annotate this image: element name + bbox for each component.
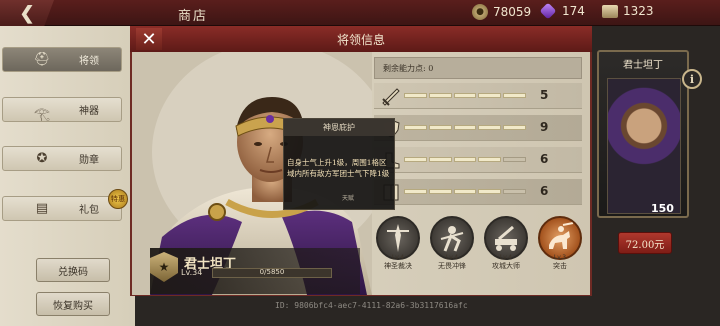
user-id-text: ID: 9806bfc4-aec7-4111-82a6-3b3117616afc bbox=[275, 301, 468, 310]
restore-purchase-button[interactable]: 恢复购买 bbox=[36, 292, 110, 316]
attribute-row-intelligence[interactable]: 6 bbox=[374, 179, 582, 205]
attribute-segment bbox=[478, 189, 502, 194]
attribute-segment bbox=[453, 125, 477, 130]
sword-icon bbox=[382, 88, 400, 106]
attribute-segment bbox=[404, 189, 427, 194]
attribute-segment bbox=[453, 157, 477, 162]
attribute-segment bbox=[453, 93, 477, 98]
back-arrow-icon: ❮ bbox=[19, 2, 35, 24]
sidebar-item-label: 勋章 bbox=[79, 155, 99, 166]
sale-badge: 特惠 bbox=[108, 189, 128, 209]
attribute-value: 6 bbox=[540, 184, 549, 198]
skill-level: Lv.4 bbox=[499, 254, 513, 261]
skill-tooltip: 神恩庇护 自身士气上升1级，周围1格区域内所有敌方军团士气下降1级 天赋 bbox=[283, 118, 395, 210]
eagle-icon: ✪ bbox=[36, 151, 48, 166]
attribute-segment bbox=[428, 93, 452, 98]
tooltip-title: 神恩庇护 bbox=[284, 119, 394, 136]
skill-assault[interactable]: Lv.3 突击 bbox=[536, 216, 584, 271]
tooltip-description: 自身士气上升1级，周围1格区域内所有敌方军团士气下降1级 bbox=[287, 158, 390, 178]
exp-bar: 0/5850 bbox=[212, 268, 332, 278]
info-icon[interactable]: i bbox=[682, 69, 702, 89]
general-shop-card[interactable]: 君士坦丁 150 bbox=[597, 50, 689, 218]
attribute-segment bbox=[404, 125, 427, 130]
gem-value: 174 bbox=[562, 4, 585, 18]
attribute-segment bbox=[453, 189, 477, 194]
eye-of-horus-icon: 𓂀 bbox=[33, 107, 51, 122]
helmet-icon: ⛑ bbox=[33, 52, 51, 67]
skill-name: 突击 bbox=[553, 262, 567, 270]
sidebar-item-medals[interactable]: ✪ 勋章 bbox=[2, 146, 122, 171]
attribute-value: 5 bbox=[540, 88, 549, 102]
shop-card-portrait bbox=[607, 78, 681, 214]
gift-icon: ▤ bbox=[35, 201, 49, 216]
redeem-code-button[interactable]: 兑换码 bbox=[36, 258, 110, 282]
skill-level: Lv.4 bbox=[391, 254, 405, 261]
attribute-bar bbox=[404, 189, 526, 194]
modal-header: 将领信息 bbox=[130, 26, 592, 52]
attribute-segment bbox=[503, 189, 526, 194]
attribute-row-mobility[interactable]: 6 bbox=[374, 147, 582, 173]
attribute-segment bbox=[478, 93, 502, 98]
coin-counter[interactable]: ● 78059 bbox=[472, 4, 531, 20]
price-button[interactable]: 72.00元 bbox=[618, 232, 672, 254]
attribute-bar bbox=[404, 93, 526, 98]
gem-counter[interactable]: 174 bbox=[539, 2, 585, 20]
skill-siege-master[interactable]: Lv.4 攻城大师 bbox=[482, 216, 530, 271]
attribute-segment bbox=[478, 125, 502, 130]
attribute-segment bbox=[404, 157, 427, 162]
attribute-bar bbox=[404, 157, 526, 162]
attribute-segment bbox=[428, 125, 452, 130]
skill-level: Lv.4 bbox=[445, 254, 459, 261]
chest-icon bbox=[602, 4, 618, 18]
attribute-row-attack[interactable]: 5 bbox=[374, 83, 582, 109]
modal-title: 将领信息 bbox=[336, 33, 385, 47]
shop-card-count: 150 bbox=[651, 202, 674, 215]
sidebar-item-generals[interactable]: ⛑ 将领 bbox=[2, 47, 122, 72]
shop-title: 商店 bbox=[178, 9, 209, 24]
sidebar-item-artifacts[interactable]: 𓂀 神器 bbox=[2, 97, 122, 122]
chest-counter[interactable]: 1323 bbox=[602, 4, 654, 18]
attribute-value: 9 bbox=[540, 120, 549, 134]
skill-name: 攻城大师 bbox=[492, 262, 520, 270]
attribute-segment bbox=[503, 93, 526, 98]
gem-icon bbox=[539, 2, 557, 20]
attribute-segment bbox=[503, 125, 526, 130]
attribute-segment bbox=[503, 157, 526, 162]
tooltip-footer: 天赋 bbox=[342, 195, 355, 202]
skill-points-label: 剩余能力点: 0 bbox=[374, 57, 582, 79]
shop-card-title: 君士坦丁 bbox=[623, 60, 663, 71]
hero-level: Lv.34 bbox=[181, 268, 203, 277]
attribute-bar bbox=[404, 125, 526, 130]
chest-value: 1323 bbox=[623, 4, 654, 18]
skill-name: 无畏冲锋 bbox=[438, 262, 466, 270]
sidebar-item-label: 将领 bbox=[79, 56, 99, 67]
attribute-value: 6 bbox=[540, 152, 549, 166]
coin-icon: ● bbox=[472, 4, 488, 20]
attribute-segment bbox=[478, 157, 502, 162]
attribute-segment bbox=[428, 157, 452, 162]
close-icon: ✕ bbox=[141, 28, 157, 50]
skill-fearless-charge[interactable]: Lv.4 无畏冲锋 bbox=[428, 216, 476, 271]
attribute-segment bbox=[404, 93, 427, 98]
skill-holy-judgment[interactable]: Lv.4 神圣裁决 bbox=[374, 216, 422, 271]
attribute-row-defense[interactable]: 9 bbox=[374, 115, 582, 141]
sidebar-item-packs[interactable]: ▤ 礼包 bbox=[2, 196, 122, 221]
skill-name: 神圣裁决 bbox=[384, 262, 412, 270]
attribute-segment bbox=[428, 189, 452, 194]
coin-value: 78059 bbox=[493, 5, 532, 19]
sidebar-item-label: 神器 bbox=[79, 106, 99, 117]
sidebar-item-label: 礼包 bbox=[79, 205, 99, 216]
exp-text: 0/5850 bbox=[259, 268, 285, 276]
close-button[interactable]: ✕ bbox=[136, 28, 162, 50]
skill-level: Lv.3 bbox=[553, 254, 567, 261]
